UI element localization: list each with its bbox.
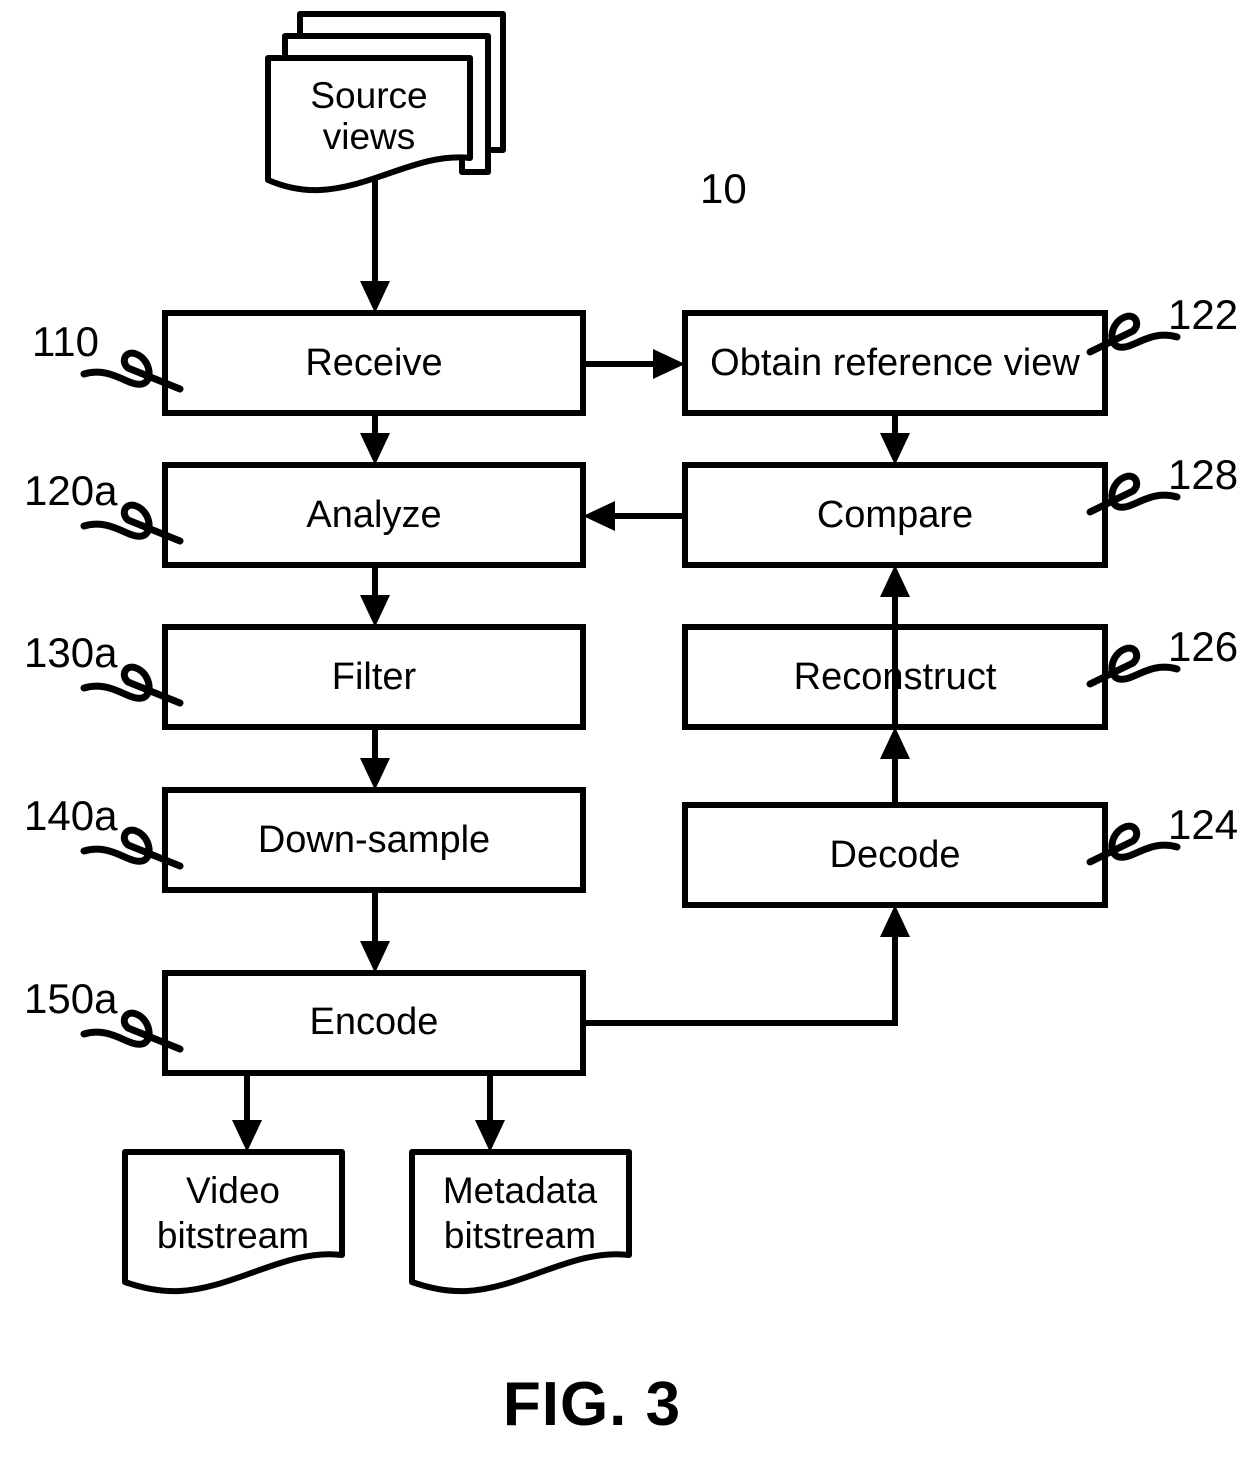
down-sample-label: Down-sample	[258, 819, 490, 861]
source-views-label-line2: views	[323, 116, 416, 157]
arrow-filter-to-down-sample	[360, 727, 390, 790]
encode-label: Encode	[310, 1001, 439, 1043]
reference-number-140a: 140a	[24, 792, 118, 839]
process-box-analyze[interactable]: Analyze	[162, 462, 586, 568]
reference-number-150a: 150a	[24, 975, 118, 1022]
leader-126: 126	[1086, 623, 1238, 688]
source-views-label-line1: Source	[310, 75, 427, 116]
system-reference-label: 10	[700, 165, 747, 212]
process-box-decode[interactable]: Decode	[682, 802, 1108, 908]
figure-caption: FIG. 3	[503, 1370, 681, 1439]
process-box-receive[interactable]: Receive	[162, 310, 586, 416]
source-views-node: Source views	[265, 11, 506, 194]
process-box-compare[interactable]: Compare	[682, 462, 1108, 568]
output-doc-video-bitstream: Video bitstream	[122, 1149, 345, 1295]
reference-number-120a: 120a	[24, 467, 118, 514]
flowchart-diagram: Source views 10 Receive 110 Analyze 120a	[24, 11, 1238, 1439]
arrow-compare-to-analyze	[583, 501, 685, 531]
leader-122: 122	[1086, 291, 1238, 356]
arrow-receive-to-analyze	[360, 413, 390, 465]
leader-120a: 120a	[24, 467, 184, 545]
decode-label: Decode	[830, 834, 961, 876]
reference-number-126: 126	[1168, 623, 1238, 670]
process-box-encode[interactable]: Encode	[162, 970, 586, 1076]
leader-130a: 130a	[24, 629, 184, 707]
compare-label: Compare	[817, 494, 973, 536]
reference-number-110: 110	[32, 318, 99, 365]
arrow-obtain-reference-view-to-compare	[880, 413, 910, 465]
receive-label: Receive	[305, 342, 442, 384]
reference-number-122: 122	[1168, 291, 1238, 338]
arrow-encode-to-video-bitstream	[232, 1073, 262, 1152]
reference-number-124: 124	[1168, 801, 1238, 848]
leader-128: 128	[1086, 451, 1238, 516]
filter-label: Filter	[332, 656, 417, 698]
obtain-reference-view-label: Obtain reference view	[710, 342, 1080, 384]
video-bitstream-label-line2: bitstream	[157, 1215, 309, 1256]
arrow-receive-to-obtain-reference-view	[583, 349, 685, 379]
reference-number-130a: 130a	[24, 629, 118, 676]
leader-124: 124	[1086, 801, 1238, 866]
leader-150a: 150a	[24, 975, 184, 1053]
output-doc-metadata-bitstream: Metadata bitstream	[409, 1149, 632, 1295]
arrow-decode-to-reconstruct	[880, 727, 910, 805]
video-bitstream-label-line1: Video	[186, 1170, 280, 1211]
arrow-analyze-to-filter	[360, 565, 390, 627]
patent-figure: Source views 10 Receive 110 Analyze 120a	[0, 0, 1240, 1467]
process-box-obtain-reference-view[interactable]: Obtain reference view	[682, 310, 1108, 416]
process-box-down-sample[interactable]: Down-sample	[162, 787, 586, 893]
metadata-bitstream-label-line1: Metadata	[443, 1170, 598, 1211]
metadata-bitstream-label-line2: bitstream	[444, 1215, 596, 1256]
arrow-down-sample-to-encode	[360, 890, 390, 973]
leader-110: 110	[32, 318, 184, 393]
arrow-encode-to-decode	[583, 905, 910, 1026]
leader-140a: 140a	[24, 792, 184, 870]
arrow-source-to-receive	[360, 178, 390, 313]
arrow-encode-to-metadata-bitstream	[475, 1073, 505, 1152]
process-box-filter[interactable]: Filter	[162, 624, 586, 730]
analyze-label: Analyze	[306, 494, 441, 536]
reference-number-128: 128	[1168, 451, 1238, 498]
